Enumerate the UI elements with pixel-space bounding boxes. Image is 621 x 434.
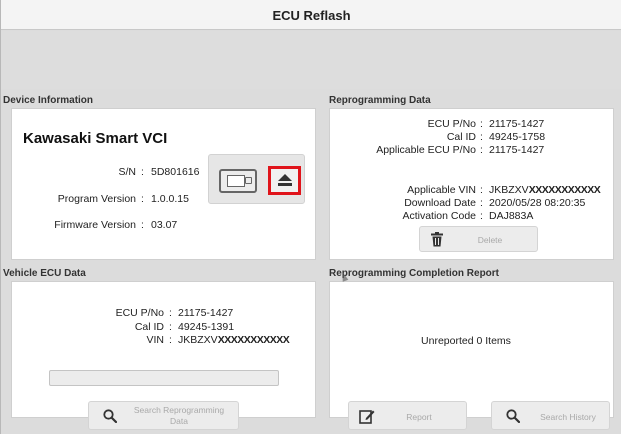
- unreported-status: Unreported 0 Items: [421, 335, 511, 347]
- colon: :: [141, 166, 144, 178]
- vehicle-vin-label: VIN: [146, 334, 164, 346]
- search-icon: [103, 409, 117, 423]
- edit-icon: [359, 410, 375, 424]
- search-reprogramming-data-button[interactable]: Search Reprogramming Data: [88, 401, 239, 430]
- vehicle-vin-value: JKBZXVXXXXXXXXXXX: [178, 334, 290, 346]
- colon: :: [169, 321, 172, 333]
- search-history-label: Search History: [540, 412, 596, 422]
- firmware-version-label: Firmware Version: [54, 219, 136, 231]
- vci-device-icon: [219, 169, 257, 193]
- completion-report-panel: [329, 281, 614, 418]
- vci-screen: [227, 175, 245, 187]
- colon: :: [141, 193, 144, 205]
- reprogramming-data-section-label: Reprogramming Data: [329, 95, 431, 106]
- ecu-pno-value: 21175-1427: [489, 118, 545, 130]
- device-info-section-label: Device Information: [3, 95, 94, 106]
- search-reprogramming-label-line2: Data: [170, 416, 188, 426]
- colon: :: [480, 210, 483, 222]
- download-date-value: 2020/05/28 08:20:35: [489, 197, 586, 209]
- title-bar: ECU Reflash: [1, 0, 621, 30]
- ecu-pno-label: ECU P/No: [427, 118, 476, 130]
- colon: :: [480, 184, 483, 196]
- serial-number-label: S/N: [118, 166, 136, 178]
- vin-masked: XXXXXXXXXXX: [528, 184, 601, 196]
- vehicle-ecu-pno-value: 21175-1427: [178, 307, 234, 319]
- activation-code-label: Activation Code: [402, 210, 476, 222]
- delete-button[interactable]: Delete: [419, 226, 538, 252]
- applicable-vin-value: JKBZXVXXXXXXXXXXX: [489, 184, 601, 196]
- window-title: ECU Reflash: [272, 8, 351, 23]
- trash-icon: [431, 232, 443, 247]
- applicable-ecu-pno-value: 21175-1427: [489, 144, 545, 156]
- eject-button[interactable]: [268, 166, 301, 195]
- report-button[interactable]: Report: [348, 401, 467, 430]
- cal-id-label: Cal ID: [446, 131, 476, 143]
- firmware-version-value: 03.07: [151, 219, 178, 231]
- vehicle-ecu-panel: [11, 281, 316, 418]
- vehicle-cal-id-label: Cal ID: [134, 321, 164, 333]
- activation-code-value: DAJ883A: [489, 210, 534, 222]
- program-version-value: 1.0.0.15: [151, 193, 189, 205]
- colon: :: [480, 131, 483, 143]
- applicable-vin-label: Applicable VIN: [407, 184, 476, 196]
- colon: :: [480, 118, 483, 130]
- cal-id-value: 49245-1758: [489, 131, 546, 143]
- vin-prefix: JKBZXV: [489, 184, 529, 196]
- vci-button: [245, 177, 252, 184]
- report-button-label: Report: [406, 412, 432, 422]
- vehicle-ecu-pno-label: ECU P/No: [115, 307, 164, 319]
- vin-masked: XXXXXXXXXXX: [217, 334, 290, 346]
- app-window: ECU Reflash Device Information Reprogram…: [0, 0, 621, 434]
- search-history-button[interactable]: Search History: [491, 401, 610, 430]
- search-reprogramming-label-line1: Search Reprogramming: [133, 405, 225, 415]
- colon: :: [141, 219, 144, 231]
- colon: :: [169, 307, 172, 319]
- applicable-ecu-pno-label: Applicable ECU P/No: [376, 144, 476, 156]
- colon: :: [480, 144, 483, 156]
- delete-button-label: Delete: [477, 235, 503, 245]
- eject-icon-bar: [278, 183, 292, 186]
- vin-prefix: JKBZXV: [178, 334, 218, 346]
- colon: :: [169, 334, 172, 346]
- vehicle-cal-id-value: 49245-1391: [178, 321, 235, 333]
- program-version-label: Program Version: [57, 193, 136, 205]
- serial-number-value: 5D801616: [151, 166, 200, 178]
- eject-icon: [278, 174, 292, 181]
- search-icon: [506, 409, 520, 423]
- colon: :: [480, 197, 483, 209]
- completion-report-section-label: Reprogramming Completion Report: [329, 268, 500, 279]
- device-name: Kawasaki Smart VCI: [23, 130, 168, 147]
- header-band: [1, 31, 621, 89]
- vehicle-ecu-section-label: Vehicle ECU Data: [3, 268, 86, 279]
- download-date-label: Download Date: [404, 197, 476, 209]
- progress-bar: [49, 370, 279, 386]
